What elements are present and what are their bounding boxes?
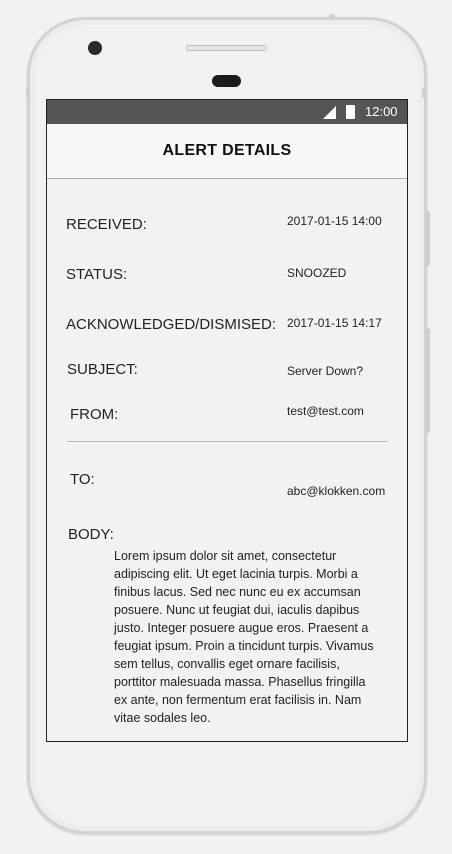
from-value[interactable]: test@test.com [287, 404, 364, 418]
to-value[interactable]: abc@klokken.com [287, 484, 385, 498]
divider [67, 441, 388, 442]
received-label: RECEIVED: [66, 216, 147, 233]
status-value: SNOOZED [287, 266, 347, 280]
subject-label: SUBJECT: [67, 361, 138, 378]
speaker-grille [186, 45, 267, 51]
volume-button [426, 211, 430, 266]
side-button-right [422, 88, 426, 98]
body-text: Lorem ipsum dolor sit amet, consectetur … [114, 549, 374, 725]
to-label: TO: [70, 471, 95, 488]
body-label: BODY: [68, 526, 114, 543]
camera-icon [88, 41, 102, 55]
page-title: ALERT DETAILS [162, 142, 292, 159]
from-label: FROM: [70, 406, 119, 423]
screen: 12:00 ALERT DETAILS RECEIVED: 2017-01-15… [46, 99, 408, 742]
status-bar: 12:00 [47, 100, 407, 124]
side-button-left [26, 88, 30, 98]
received-value: 2017-01-15 14:00 [287, 214, 382, 228]
status-label: STATUS: [66, 266, 128, 283]
app-bar: ALERT DETAILS [47, 124, 407, 179]
status-time: 12:00 [365, 104, 398, 119]
proximity-sensor [212, 75, 241, 87]
acknowledged-label: ACKNOWLEDGED/DISMISED: [66, 316, 277, 333]
battery-icon [346, 105, 355, 119]
signal-icon [323, 106, 336, 119]
power-button [426, 328, 430, 433]
acknowledged-value: 2017-01-15 14:17 [287, 316, 382, 330]
subject-value: Server Down? [287, 364, 364, 378]
